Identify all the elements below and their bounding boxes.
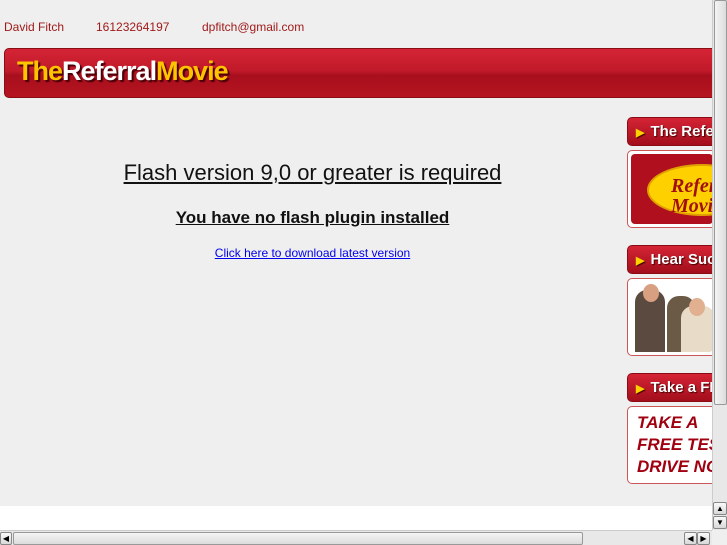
referral-movie-image: Referral Movie — [647, 164, 713, 216]
sidebar-item-success-stories[interactable]: ▶Hear Success Stories — [627, 245, 717, 356]
horizontal-scrollbar[interactable]: ◀ ◀ ▶ — [0, 530, 712, 545]
contact-phone: 16123264197 — [96, 20, 170, 34]
play-arrow-icon: ▶ — [636, 255, 645, 267]
scroll-left-button[interactable]: ◀ — [0, 532, 12, 545]
header-banner: TheReferralMovie — [4, 48, 727, 98]
scroll-down-button[interactable]: ▼ — [713, 516, 727, 529]
success-people-photo — [631, 282, 713, 352]
no-plugin-message: You have no flash plugin installed — [175, 208, 450, 227]
contact-name: David Fitch — [4, 20, 65, 34]
play-arrow-icon: ▶ — [636, 127, 645, 139]
scroll-up-button[interactable]: ▲ — [713, 502, 727, 515]
sidebar-item-test-drive[interactable]: ▶Take a FREE Test Drive TAKE A FREE TEST… — [627, 373, 717, 484]
flash-required-heading: Flash version 9,0 or greater is required — [123, 160, 502, 185]
test-drive-image: TAKE A FREE TEST DRIVE NOW — [631, 410, 716, 480]
vertical-scroll-thumb[interactable] — [714, 0, 727, 405]
download-flash-link[interactable]: Click here to download latest version — [0, 246, 625, 260]
logo[interactable]: TheReferralMovie — [17, 56, 229, 87]
scroll-left-button-end[interactable]: ◀ — [684, 532, 697, 545]
vertical-scrollbar[interactable]: ▲ ▼ — [712, 0, 727, 530]
horizontal-scroll-thumb[interactable] — [13, 532, 583, 545]
play-arrow-icon: ▶ — [636, 383, 645, 395]
contact-email: dpfitch@gmail.com — [202, 20, 305, 34]
page-bottom-area — [0, 506, 712, 530]
sidebar-item-referral-movie[interactable]: ▶The Referral Movie Referral Movie — [627, 117, 717, 228]
scroll-right-button[interactable]: ▶ — [697, 532, 710, 545]
